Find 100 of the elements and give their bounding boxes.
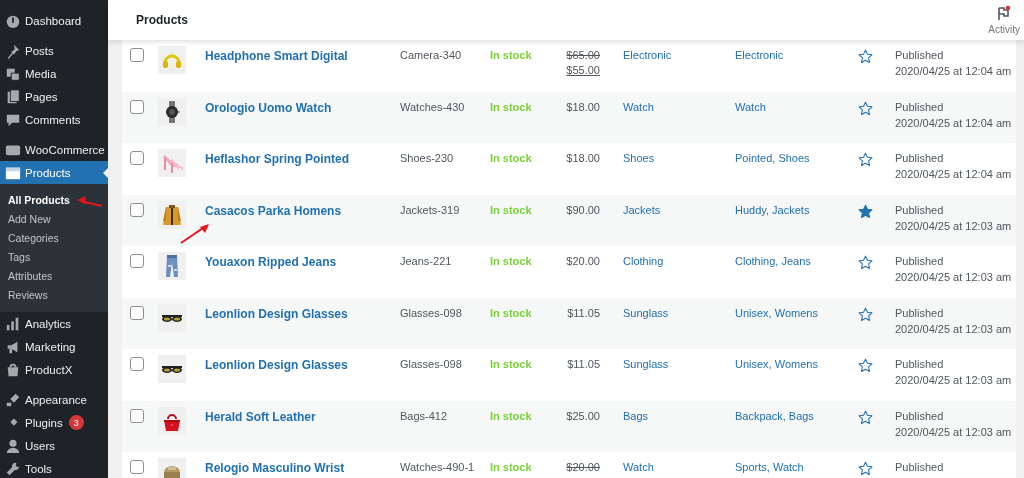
page-title: Products [136,13,188,27]
row-checkbox[interactable] [130,48,144,62]
category-link[interactable]: Sunglass [623,358,735,370]
star-icon[interactable] [858,306,873,322]
stock-status: In stock [490,255,533,267]
submenu-item[interactable]: All Products [0,190,108,209]
menu-item[interactable]: Plugins 3 [0,411,108,434]
date-text: 2020/04/25 at 12:03 am [895,374,1013,386]
menu-item[interactable]: Dashboard [0,9,108,32]
star-icon[interactable] [858,203,873,219]
row-checkbox[interactable] [130,357,144,371]
row-checkbox[interactable] [130,305,144,320]
product-name-link[interactable]: Headphone Smart Digital [205,49,400,63]
row-checkbox[interactable] [130,99,144,114]
category-link[interactable]: Shoes [623,152,735,164]
submenu-item[interactable]: Reviews [0,285,108,304]
star-icon[interactable] [858,409,873,425]
annotation-arrow [77,196,103,207]
sku-text: Jackets-319 [400,203,461,216]
menu-item[interactable]: Products [0,161,108,184]
star-icon[interactable] [858,255,873,270]
tag-links[interactable]: Pointed, Shoes [735,152,858,164]
sku-text: Shoes-230 [400,152,455,164]
tag-links[interactable]: Unisex, Womens [735,358,858,370]
regular-price: $20.00 [566,461,600,473]
date-text: 2020/04/25 at 12:04 am [895,65,1013,77]
stock-status: In stock [490,152,533,164]
tag-links[interactable]: Huddy, Jackets [735,203,858,216]
activity-button[interactable]: Activity [988,5,1020,35]
tag-links[interactable]: Backpack, Bags [735,409,858,422]
status-text: Published [895,461,945,473]
submenu-item[interactable]: Tags [0,247,108,266]
bag-icon [5,361,21,378]
category-link[interactable]: Watch [623,100,735,113]
menu-item[interactable]: Comments [0,108,108,131]
regular-price: $18.00 [566,152,600,164]
menu-item[interactable]: ProductX [0,358,108,381]
category-link[interactable]: Bags [623,409,735,422]
date-text: 2020/04/25 at 12:04 am [895,168,1013,180]
product-name-link[interactable]: Leonlion Design Glasses [205,306,400,321]
pin-icon [5,42,21,59]
tag-links[interactable]: Clothing, Jeans [735,255,858,267]
regular-price: $11.05 [567,358,600,370]
category-link[interactable]: Sunglass [623,306,735,319]
category-link[interactable]: Jackets [623,203,735,216]
row-checkbox[interactable] [130,254,144,268]
regular-price: $90.00 [566,203,600,216]
stock-status: In stock [490,461,533,473]
pages-icon [5,88,21,105]
wrench-icon [5,460,21,477]
row-checkbox[interactable] [130,202,144,217]
menu-item[interactable]: Media [0,62,108,85]
tag-links[interactable]: Watch [735,100,858,113]
product-name-link[interactable]: Leonlion Design Glasses [205,358,400,372]
product-name-link[interactable]: Orologio Uomo Watch [205,100,400,115]
product-name-link[interactable]: Casacos Parka Homens [205,203,400,218]
sku-text: Watches-490-1 [400,461,476,473]
submenu-item[interactable]: Categories [0,228,108,247]
regular-price: $20.00 [566,255,600,267]
row-checkbox[interactable] [130,408,144,423]
tag-links[interactable]: Electronic [735,49,858,61]
submenu-item[interactable]: Attributes [0,266,108,285]
stock-status: In stock [490,100,533,113]
stock-status: In stock [490,306,533,319]
tag-links[interactable]: Unisex, Womens [735,306,858,319]
sku-text: Watches-430 [400,100,466,113]
menu-item[interactable]: Appearance [0,388,108,411]
category-link[interactable]: Electronic [623,49,735,61]
star-icon[interactable] [858,49,873,64]
category-link[interactable]: Clothing [623,255,735,267]
date-text: 2020/04/25 at 12:04 am [895,116,1013,129]
status-text: Published [895,203,945,216]
menu-item[interactable]: Users [0,434,108,457]
product-name-link[interactable]: Herald Soft Leather [205,409,400,424]
product-name-link[interactable]: Heflashor Spring Pointed [205,152,400,166]
menu-item[interactable]: WooCommerce [0,138,108,161]
sku-text: Jeans-221 [400,255,453,267]
star-icon[interactable] [858,100,873,116]
regular-price: $11.05 [567,306,600,319]
star-icon[interactable] [858,152,873,167]
menu-item[interactable]: Marketing [0,335,108,358]
menu-item[interactable]: Tools [0,457,108,478]
star-icon[interactable] [858,358,873,373]
regular-price: $18.00 [566,100,600,113]
menu-item[interactable]: Analytics [0,312,108,335]
star-icon[interactable] [858,461,873,476]
status-text: Published [895,152,945,164]
tag-links[interactable]: Sports, Watch [735,461,858,473]
date-text: 2020/04/25 at 12:03 am [895,219,1013,232]
row-checkbox[interactable] [130,460,144,474]
stock-status: In stock [490,49,533,61]
status-text: Published [895,358,945,370]
menu-item[interactable]: Posts [0,39,108,62]
category-link[interactable]: Watch [623,461,735,473]
row-checkbox[interactable] [130,151,144,165]
product-name-link[interactable]: Relogio Masculino Wrist [205,461,400,475]
product-name-link[interactable]: Youaxon Ripped Jeans [205,255,400,269]
sale-price: $55.00 [566,64,600,76]
submenu-item[interactable]: Add New [0,209,108,228]
menu-item[interactable]: Pages [0,85,108,108]
